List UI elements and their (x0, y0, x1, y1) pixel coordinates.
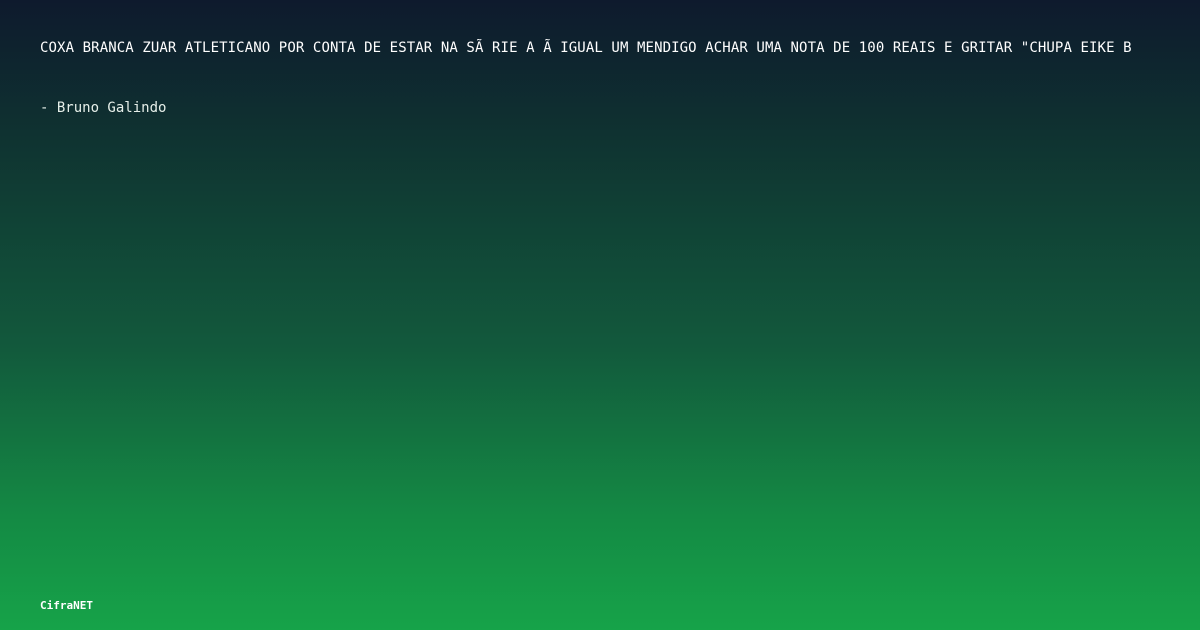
quote-author: - Bruno Galindo (40, 100, 167, 116)
quote-text: COXA BRANCA ZUAR ATLETICANO POR CONTA DE… (40, 40, 1132, 56)
brand-logo-text: CifraNET (40, 599, 93, 612)
